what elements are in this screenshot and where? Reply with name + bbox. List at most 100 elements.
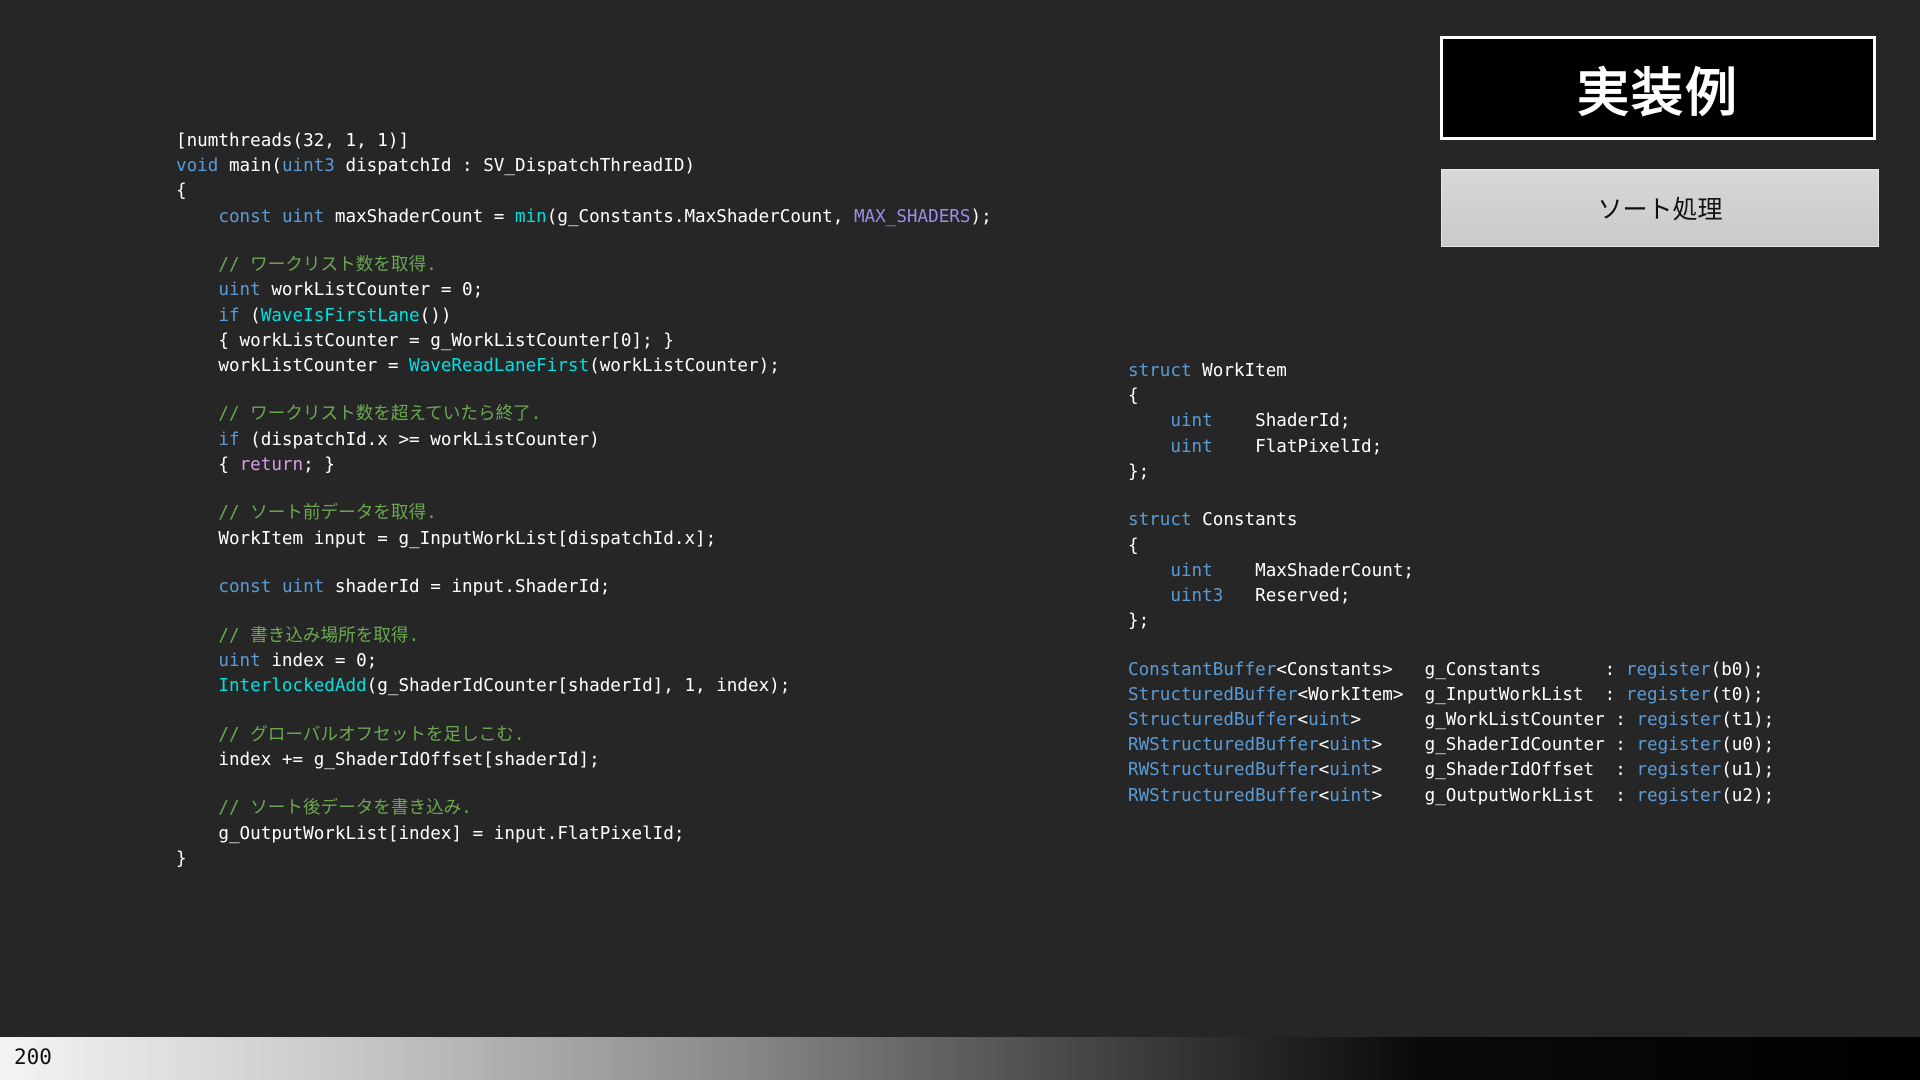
field-name: Reserved; — [1223, 585, 1351, 606]
code-line: g_OutputWorkList[index] = input.FlatPixe… — [176, 822, 992, 847]
code-line: { — [176, 179, 992, 204]
code-text: < — [1297, 684, 1309, 705]
register-slot: (t0); — [1710, 684, 1764, 705]
code-line: { — [1128, 534, 1774, 559]
code-line: struct Constants — [1128, 508, 1774, 533]
code-line: uint ShaderId; — [1128, 409, 1774, 434]
code-line: struct WorkItem — [1128, 359, 1774, 384]
keyword: uint — [1170, 436, 1213, 457]
register-slot: (u2); — [1721, 785, 1775, 806]
buffer-decl-line: RWStructuredBuffer<uint> g_ShaderIdCount… — [1128, 733, 1774, 758]
buffer-type: RWStructuredBuffer — [1128, 735, 1319, 756]
keyword: uint — [1170, 411, 1213, 432]
code-line: }; — [1128, 460, 1774, 485]
keyword: uint — [218, 650, 261, 671]
buffer-type: RWStructuredBuffer — [1128, 760, 1319, 781]
code-comment: // 書き込み場所を取得. — [218, 625, 420, 646]
code-text: (workListCounter); — [589, 355, 780, 376]
keyword: void — [176, 156, 219, 177]
buffer-decl-line: StructuredBuffer<WorkItem> g_InputWorkLi… — [1128, 683, 1774, 708]
keyword: register — [1636, 735, 1722, 756]
code-text: (dispatchId.x >= workListCounter) — [239, 429, 600, 450]
code-line: uint3 Reserved; — [1128, 584, 1774, 609]
buffer-name: g_InputWorkList : — [1424, 684, 1626, 705]
register-slot: (b0); — [1710, 659, 1764, 680]
keyword: register — [1636, 760, 1722, 781]
code-line: [numthreads(32, 1, 1)] — [176, 129, 992, 154]
code-text: }; — [1128, 611, 1150, 632]
field-name: ShaderId; — [1212, 411, 1351, 432]
code-line: { — [1128, 384, 1774, 409]
register-slot: (u1); — [1721, 760, 1775, 781]
code-text: < — [1276, 659, 1287, 680]
code-text: (g_Constants.MaxShaderCount, — [546, 206, 854, 227]
keyword: const — [218, 577, 272, 598]
code-line: { workListCounter = g_WorkListCounter[0]… — [176, 329, 992, 354]
keyword: struct — [1128, 361, 1192, 381]
code-line: // ワークリスト数を取得. — [176, 253, 992, 278]
code-line: { return; } — [176, 453, 992, 478]
keyword: register — [1625, 684, 1711, 705]
keyword: uint — [1170, 560, 1213, 581]
code-line: WorkItem input = g_InputWorkList[dispatc… — [176, 527, 992, 552]
buffer-decl-line: RWStructuredBuffer<uint> g_OutputWorkLis… — [1128, 784, 1774, 809]
code-line: // ソート後データを書き込み. — [176, 796, 992, 821]
keyword: uint — [281, 577, 325, 598]
code-line: // ソート前データを取得. — [176, 501, 992, 526]
code-text: > — [1371, 735, 1425, 756]
code-comment: // ソート後データを書き込み. — [218, 798, 472, 819]
function-name: InterlockedAdd — [218, 676, 367, 697]
buffer-name: g_ShaderIdOffset : — [1424, 760, 1637, 781]
code-line: }; — [1128, 609, 1774, 634]
keyword: uint3 — [281, 156, 335, 177]
function-name: WaveIsFirstLane — [260, 305, 420, 326]
buffer-type: StructuredBuffer — [1128, 710, 1298, 731]
struct-name: WorkItem — [1191, 361, 1287, 381]
keyword: uint — [1308, 710, 1351, 731]
struct-name: Constants — [1191, 510, 1298, 531]
keyword: uint — [1329, 760, 1372, 781]
code-comment: // グローバルオフセットを足しこむ. — [218, 724, 525, 745]
code-line: uint workListCounter = 0; — [176, 278, 992, 303]
code-text: { workListCounter = g_WorkListCounter[0]… — [218, 330, 674, 351]
keyword: if — [218, 305, 240, 326]
code-text: { — [218, 454, 240, 475]
code-text: g_OutputWorkList[index] = input.FlatPixe… — [218, 823, 685, 844]
code-comment: // ソート前データを取得. — [218, 503, 437, 524]
code-line: // ワークリスト数を超えていたら終了. — [176, 402, 992, 427]
code-text: ()) — [419, 305, 452, 326]
code-text: > — [1371, 760, 1425, 781]
code-text: Constants — [1286, 659, 1383, 680]
code-text: < — [1318, 785, 1330, 806]
code-text: dispatchId : SV_DispatchThreadID) — [334, 156, 696, 177]
code-text: workListCounter = 0; — [260, 280, 484, 301]
buffer-name: g_Constants : — [1424, 659, 1626, 680]
code-text: } — [176, 848, 187, 869]
code-line: void main(uint3 dispatchId : SV_Dispatch… — [176, 154, 992, 179]
code-line: InterlockedAdd(g_ShaderIdCounter[shaderI… — [176, 674, 992, 699]
buffer-type: RWStructuredBuffer — [1128, 785, 1319, 806]
code-line: if (WaveIsFirstLane()) — [176, 304, 992, 329]
keyword: register — [1636, 785, 1722, 806]
code-text: ; } — [303, 454, 335, 475]
buffer-type: StructuredBuffer — [1128, 684, 1298, 705]
buffer-decl-line: ConstantBuffer<Constants> g_Constants : … — [1128, 658, 1774, 683]
keyword: uint — [1329, 785, 1372, 806]
compute-shader-code: [numthreads(32, 1, 1)] void main(uint3 di… — [176, 129, 992, 872]
code-line: workListCounter = WaveReadLaneFirst(work… — [176, 354, 992, 379]
buffer-decl-line: StructuredBuffer<uint> g_WorkListCounter… — [1128, 708, 1774, 733]
code-line: // グローバルオフセットを足しこむ. — [176, 723, 992, 748]
keyword: uint — [218, 280, 261, 301]
register-slot: (t1); — [1721, 710, 1775, 731]
code-line: if (dispatchId.x >= workListCounter) — [176, 428, 992, 453]
function-name: min — [514, 206, 547, 227]
buffer-name: g_WorkListCounter : — [1424, 710, 1637, 731]
code-text: < — [1297, 710, 1309, 731]
register-slot: (u0); — [1721, 735, 1775, 756]
code-line: const uint shaderId = input.ShaderId; — [176, 575, 992, 600]
buffer-decl-line: RWStructuredBuffer<uint> g_ShaderIdOffse… — [1128, 758, 1774, 783]
code-text: { — [1128, 535, 1139, 556]
code-text: WorkItem — [1308, 684, 1393, 705]
code-text: > — [1350, 710, 1425, 731]
code-text: { — [176, 181, 187, 202]
